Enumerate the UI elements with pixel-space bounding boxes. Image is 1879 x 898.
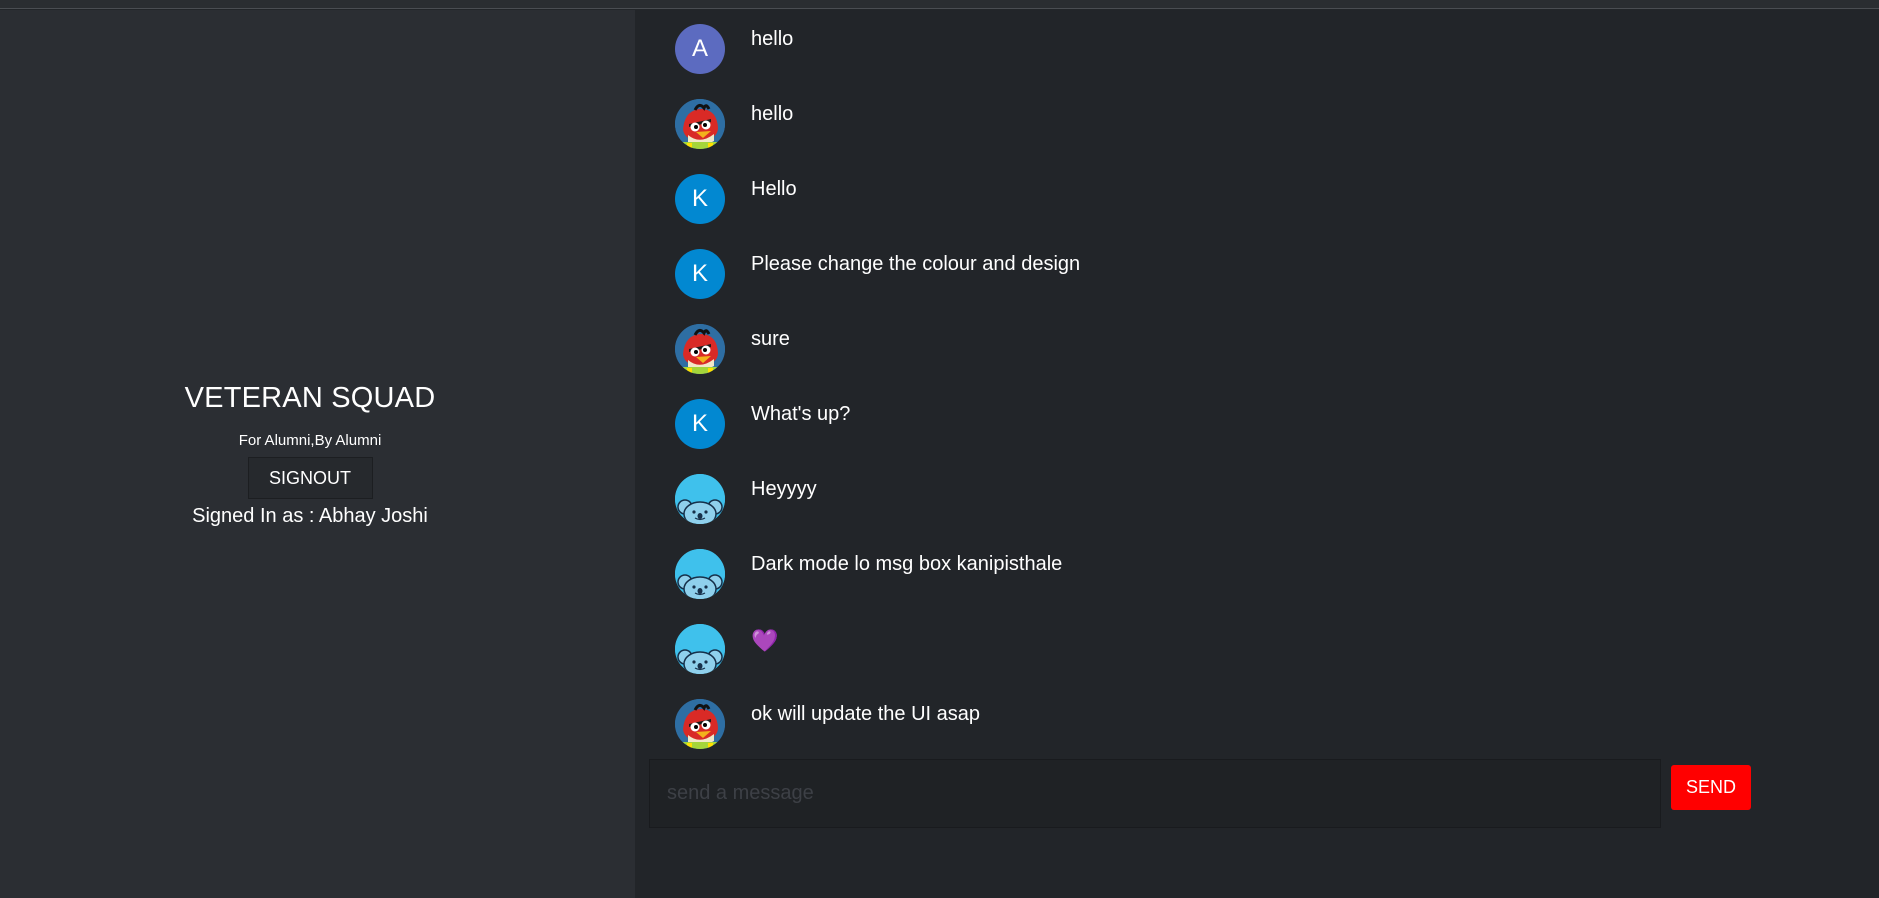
signout-button[interactable]: SIGNOUT bbox=[247, 457, 373, 499]
message-item: Heyyyy bbox=[675, 474, 817, 534]
send-button[interactable]: SEND bbox=[1671, 765, 1751, 810]
avatar-letter-k: K bbox=[675, 399, 725, 449]
angry-bird-icon bbox=[675, 699, 725, 749]
message-input[interactable] bbox=[650, 760, 1660, 827]
avatar-letter-k: K bbox=[675, 249, 725, 299]
message-item: 💜 bbox=[675, 624, 778, 684]
browser-top-border bbox=[0, 0, 1879, 9]
brand-block: VETERAN SQUAD For Alumni,By Alumni SIGNO… bbox=[0, 382, 620, 528]
message-item: A hello bbox=[675, 24, 793, 84]
message-text: sure bbox=[751, 328, 790, 350]
koala-icon bbox=[675, 474, 725, 524]
message-text: What's up? bbox=[751, 403, 851, 425]
angry-bird-icon bbox=[675, 324, 725, 374]
message-text: ok will update the UI asap bbox=[751, 703, 981, 725]
chat-panel: A hello hello K Hello K Please change th… bbox=[635, 10, 1879, 898]
message-item: K Hello bbox=[675, 174, 797, 234]
koala-icon bbox=[675, 549, 725, 599]
message-item: ok will update the UI asap bbox=[675, 699, 980, 759]
message-text: Dark mode lo msg box kanipisthale bbox=[751, 553, 1063, 575]
app-subtitle: For Alumni,By Alumni bbox=[238, 432, 382, 449]
message-item: sure bbox=[675, 324, 790, 384]
message-text: Please change the colour and design bbox=[751, 253, 1081, 275]
message-item: K What's up? bbox=[675, 399, 850, 459]
message-item: K Please change the colour and design bbox=[675, 249, 1080, 309]
message-text: hello bbox=[751, 28, 794, 50]
purple-heart-emoji: 💜 bbox=[751, 628, 779, 653]
message-item: hello bbox=[675, 99, 793, 159]
message-text: hello bbox=[751, 103, 794, 125]
message-text: Heyyyy bbox=[751, 478, 817, 500]
avatar-letter-k: K bbox=[675, 174, 725, 224]
sidebar: VETERAN SQUAD For Alumni,By Alumni SIGNO… bbox=[0, 10, 635, 898]
app-title: VETERAN SQUAD bbox=[184, 382, 436, 414]
message-input-container bbox=[649, 759, 1661, 828]
message-text: Hello bbox=[751, 178, 797, 200]
angry-bird-icon bbox=[675, 99, 725, 149]
signed-in-status: Signed In as : Abhay Joshi bbox=[192, 505, 428, 527]
message-item: Dark mode lo msg box kanipisthale bbox=[675, 549, 1062, 609]
koala-icon bbox=[675, 624, 725, 674]
avatar-letter-a: A bbox=[675, 24, 725, 74]
